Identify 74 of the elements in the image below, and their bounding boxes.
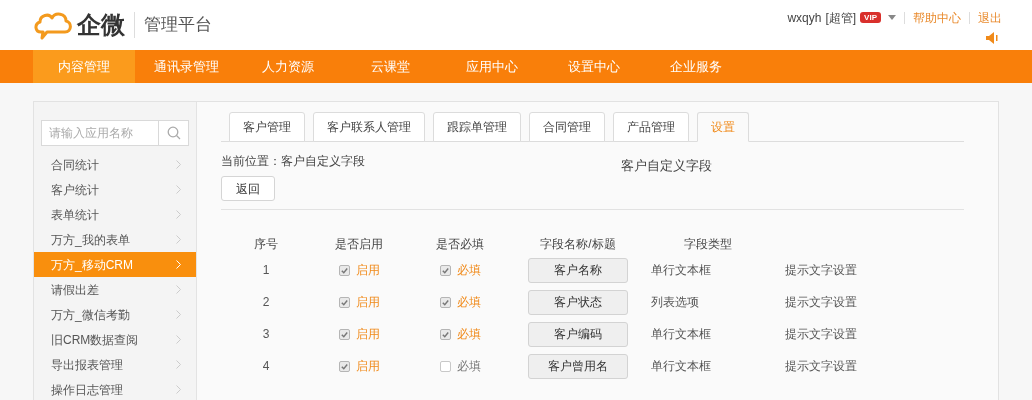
sidebar-item[interactable]: 万方_微信考勤	[34, 302, 196, 327]
chevron-right-icon	[176, 310, 181, 319]
row-index: 1	[262, 263, 270, 277]
chevron-right-icon	[176, 285, 181, 294]
checkbox-label: 启用	[355, 326, 380, 343]
field-type: 单行文本框	[651, 359, 711, 373]
column-header: 字段名称/标题	[540, 237, 616, 251]
sidebar-item[interactable]: 旧CRM数据查阅	[34, 327, 196, 352]
chevron-right-icon	[176, 360, 181, 369]
column-header: 是否必填	[436, 237, 484, 251]
checkbox[interactable]	[439, 360, 451, 372]
tab[interactable]: 产品管理	[613, 112, 689, 142]
platform-title: 管理平台	[144, 14, 212, 37]
checkbox-label: 启用	[355, 358, 380, 375]
search-field[interactable]: 请输入应用名称	[41, 120, 159, 146]
field-type: 单行文本框	[651, 327, 711, 341]
field-type: 列表选项	[651, 295, 699, 309]
checkbox[interactable]	[439, 264, 451, 276]
checkbox[interactable]	[338, 360, 350, 372]
row-index: 2	[262, 295, 270, 309]
cloud-logo-icon	[33, 10, 73, 40]
checkbox-label: 启用	[355, 294, 380, 311]
chevron-right-icon	[176, 210, 181, 219]
chevron-right-icon	[176, 260, 181, 269]
chevron-right-icon	[176, 185, 181, 194]
tab[interactable]: 客户管理	[229, 112, 305, 142]
checkbox[interactable]	[338, 296, 350, 308]
sidebar-item[interactable]: 万方_我的表单	[34, 227, 196, 252]
chevron-right-icon	[176, 160, 181, 169]
checkbox-label: 必填	[456, 262, 481, 279]
checkbox-label: 启用	[355, 262, 380, 279]
tab[interactable]: 跟踪单管理	[433, 112, 521, 142]
username: wxqyh	[787, 9, 822, 27]
field-type: 单行文本框	[651, 263, 711, 277]
hint-text-settings-link[interactable]: 提示文字设置	[785, 359, 857, 373]
checkbox[interactable]	[338, 264, 350, 276]
field-name-button[interactable]: 客户名称	[528, 257, 628, 283]
column-header: 字段类型	[684, 237, 732, 251]
field-name-button[interactable]: 客户状态	[528, 289, 628, 315]
back-button[interactable]: 返回	[221, 176, 275, 201]
checkbox[interactable]	[439, 328, 451, 340]
tab[interactable]: 客户联系人管理	[313, 112, 425, 142]
field-name-button[interactable]: 客户曾用名	[528, 353, 628, 379]
sidebar-item[interactable]: 表单统计	[34, 202, 196, 227]
row-index: 4	[262, 359, 270, 373]
speaker-icon[interactable]	[986, 31, 999, 44]
chevron-right-icon	[176, 385, 181, 394]
vip-badge: VIP	[860, 12, 881, 23]
hint-text-settings-link[interactable]: 提示文字设置	[785, 295, 857, 309]
tab[interactable]: 合同管理	[529, 112, 605, 142]
field-name-button[interactable]: 客户编码	[528, 321, 628, 347]
caret-icon[interactable]	[888, 15, 896, 20]
hint-text-settings-link[interactable]: 提示文字设置	[785, 327, 857, 341]
chevron-right-icon	[176, 235, 181, 244]
sidebar-item[interactable]: 操作日志管理	[34, 377, 196, 400]
column-header: 序号	[254, 237, 278, 251]
column-header: 是否启用	[335, 237, 383, 251]
checkbox[interactable]	[338, 328, 350, 340]
sidebar-item[interactable]: 请假出差	[34, 277, 196, 302]
logo-text: 企微	[77, 10, 125, 40]
chevron-right-icon	[176, 335, 181, 344]
sidebar-item[interactable]: 合同统计	[34, 152, 196, 177]
role-label: [超管]	[825, 9, 857, 27]
checkbox[interactable]	[439, 296, 451, 308]
sidebar-item[interactable]: 客户统计	[34, 177, 196, 202]
checkbox-label: 必填	[456, 358, 481, 375]
search-icon[interactable]	[166, 126, 181, 140]
hint-text-settings-link[interactable]: 提示文字设置	[785, 263, 857, 277]
breadcrumb: 当前位置：客户自定义字段	[221, 153, 366, 170]
page-title: 客户自定义字段	[621, 157, 712, 175]
sidebar-item[interactable]: 导出报表管理	[34, 352, 196, 377]
checkbox-label: 必填	[456, 294, 481, 311]
row-index: 3	[262, 327, 270, 341]
checkbox-label: 必填	[456, 326, 481, 343]
